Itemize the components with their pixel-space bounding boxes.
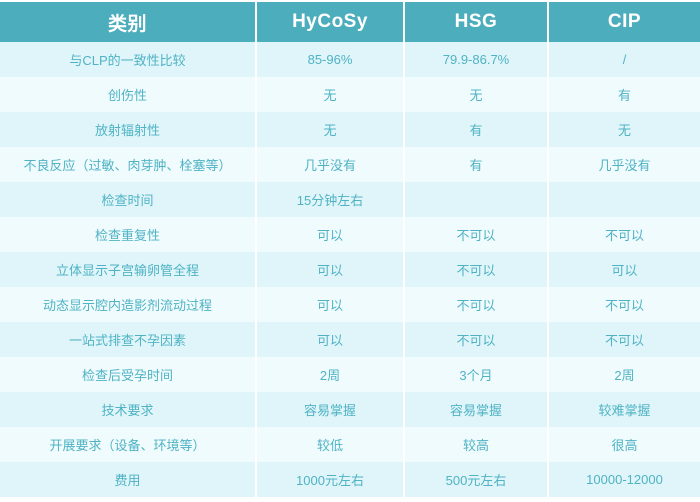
table-row: 创伤性无无有 [0, 77, 700, 112]
cell-hycosy: 容易掌握 [256, 392, 405, 427]
cell-cip: 无 [548, 112, 700, 147]
cell-hycosy: 较低 [256, 427, 405, 462]
cell-hsg: 500元左右 [404, 462, 549, 497]
cell-hsg: 3个月 [404, 357, 549, 392]
table-row: 开展要求（设备、环境等） 较低 较高 很高 [0, 427, 700, 462]
cell-cip: 可以 [548, 252, 700, 287]
table-row: 放射辐射性无有无 [0, 112, 700, 147]
cell-category: 一站式排查不孕因素 [0, 322, 257, 357]
cell-hycosy: 可以 [256, 287, 405, 322]
table-body: 与CLP的一致性比较 85-96% 79.9-86.7% / 创伤性无无有放射辐射性无有… [0, 42, 700, 497]
cell-hsg: 无 [404, 77, 549, 112]
cell-hsg: 容易掌握 [404, 392, 549, 427]
cell-cip [548, 182, 700, 217]
table-row: 动态显示腔内造影剂流动过程 可以 不可以 不可以 [0, 287, 700, 322]
header-cell-cip: CIP [548, 2, 700, 42]
cell-hycosy: 15分钟左右 [256, 182, 405, 217]
cell-category: 动态显示腔内造影剂流动过程 [0, 287, 257, 322]
cell-category: 创伤性 [0, 77, 257, 112]
table-row: 检查重复性 可以 不可以 不可以 [0, 217, 700, 252]
cell-hycosy: 1000元左右 [256, 462, 405, 497]
comparison-table: 类别 HyCoSy HSG CIP 与CLP的一致性比较 85-96% 79.9-8… [0, 2, 700, 497]
cell-category: 技术要求 [0, 392, 257, 427]
cell-hycosy: 无 [256, 77, 405, 112]
header-cell-hsg: HSG [404, 2, 549, 42]
cell-category: 检查重复性 [0, 217, 257, 252]
cell-hycosy: 可以 [256, 252, 405, 287]
cell-category: 费用 [0, 462, 257, 497]
cell-hsg: 不可以 [404, 252, 549, 287]
cell-cip: 不可以 [548, 217, 700, 252]
table-header-row: 类别 HyCoSy HSG CIP [0, 2, 700, 42]
table-row: 检查后受孕时间 2周 3个月 2周 [0, 357, 700, 392]
cell-hsg: 有 [404, 112, 549, 147]
cell-category: 开展要求（设备、环境等） [0, 427, 257, 462]
cell-hsg: 不可以 [404, 217, 549, 252]
cell-hsg: 79.9-86.7% [404, 42, 549, 77]
cell-hycosy: 可以 [256, 217, 405, 252]
cell-cip: 不可以 [548, 322, 700, 357]
table-row: 立体显示子宫输卵管全程 可以 不可以 可以 [0, 252, 700, 287]
cell-cip: 2周 [548, 357, 700, 392]
cell-cip: 10000-12000 [548, 462, 700, 497]
cell-hsg: 有 [404, 147, 549, 182]
cell-category: 放射辐射性 [0, 112, 257, 147]
table-row: 技术要求 容易掌握 容易掌握 较难掌握 [0, 392, 700, 427]
cell-hycosy: 2周 [256, 357, 405, 392]
table-row: 与CLP的一致性比较 85-96% 79.9-86.7% / [0, 42, 700, 77]
table-row: 一站式排查不孕因素 可以 不可以 不可以 [0, 322, 700, 357]
cell-category: 与CLP的一致性比较 [0, 42, 257, 77]
comparison-table-container: 类别 HyCoSy HSG CIP 与CLP的一致性比较 85-96% 79.9-8… [0, 0, 700, 502]
cell-category: 检查后受孕时间 [0, 357, 257, 392]
cell-cip: 较难掌握 [548, 392, 700, 427]
cell-hycosy: 无 [256, 112, 405, 147]
cell-category: 检查时间 [0, 182, 257, 217]
cell-hsg: 不可以 [404, 322, 549, 357]
cell-cip: / [548, 42, 700, 77]
header-cell-category: 类别 [0, 2, 257, 42]
cell-hycosy: 85-96% [256, 42, 405, 77]
table-header: 类别 HyCoSy HSG CIP [0, 2, 700, 42]
cell-hsg: 不可以 [404, 287, 549, 322]
table-row: 不良反应（过敏、肉芽肿、栓塞等） 几乎没有有几乎没有 [0, 147, 700, 182]
cell-category: 不良反应（过敏、肉芽肿、栓塞等） [0, 147, 257, 182]
cell-cip: 几乎没有 [548, 147, 700, 182]
cell-hsg [404, 182, 549, 217]
header-cell-hycosy: HyCoSy [256, 2, 405, 42]
cell-cip: 不可以 [548, 287, 700, 322]
table-row: 检查时间 15分钟左右 [0, 182, 700, 217]
table-row: 费用 1000元左右 500元左右 10000-12000 [0, 462, 700, 497]
cell-hsg: 较高 [404, 427, 549, 462]
cell-category: 立体显示子宫输卵管全程 [0, 252, 257, 287]
cell-hycosy: 可以 [256, 322, 405, 357]
cell-cip: 有 [548, 77, 700, 112]
cell-hycosy: 几乎没有 [256, 147, 405, 182]
cell-cip: 很高 [548, 427, 700, 462]
